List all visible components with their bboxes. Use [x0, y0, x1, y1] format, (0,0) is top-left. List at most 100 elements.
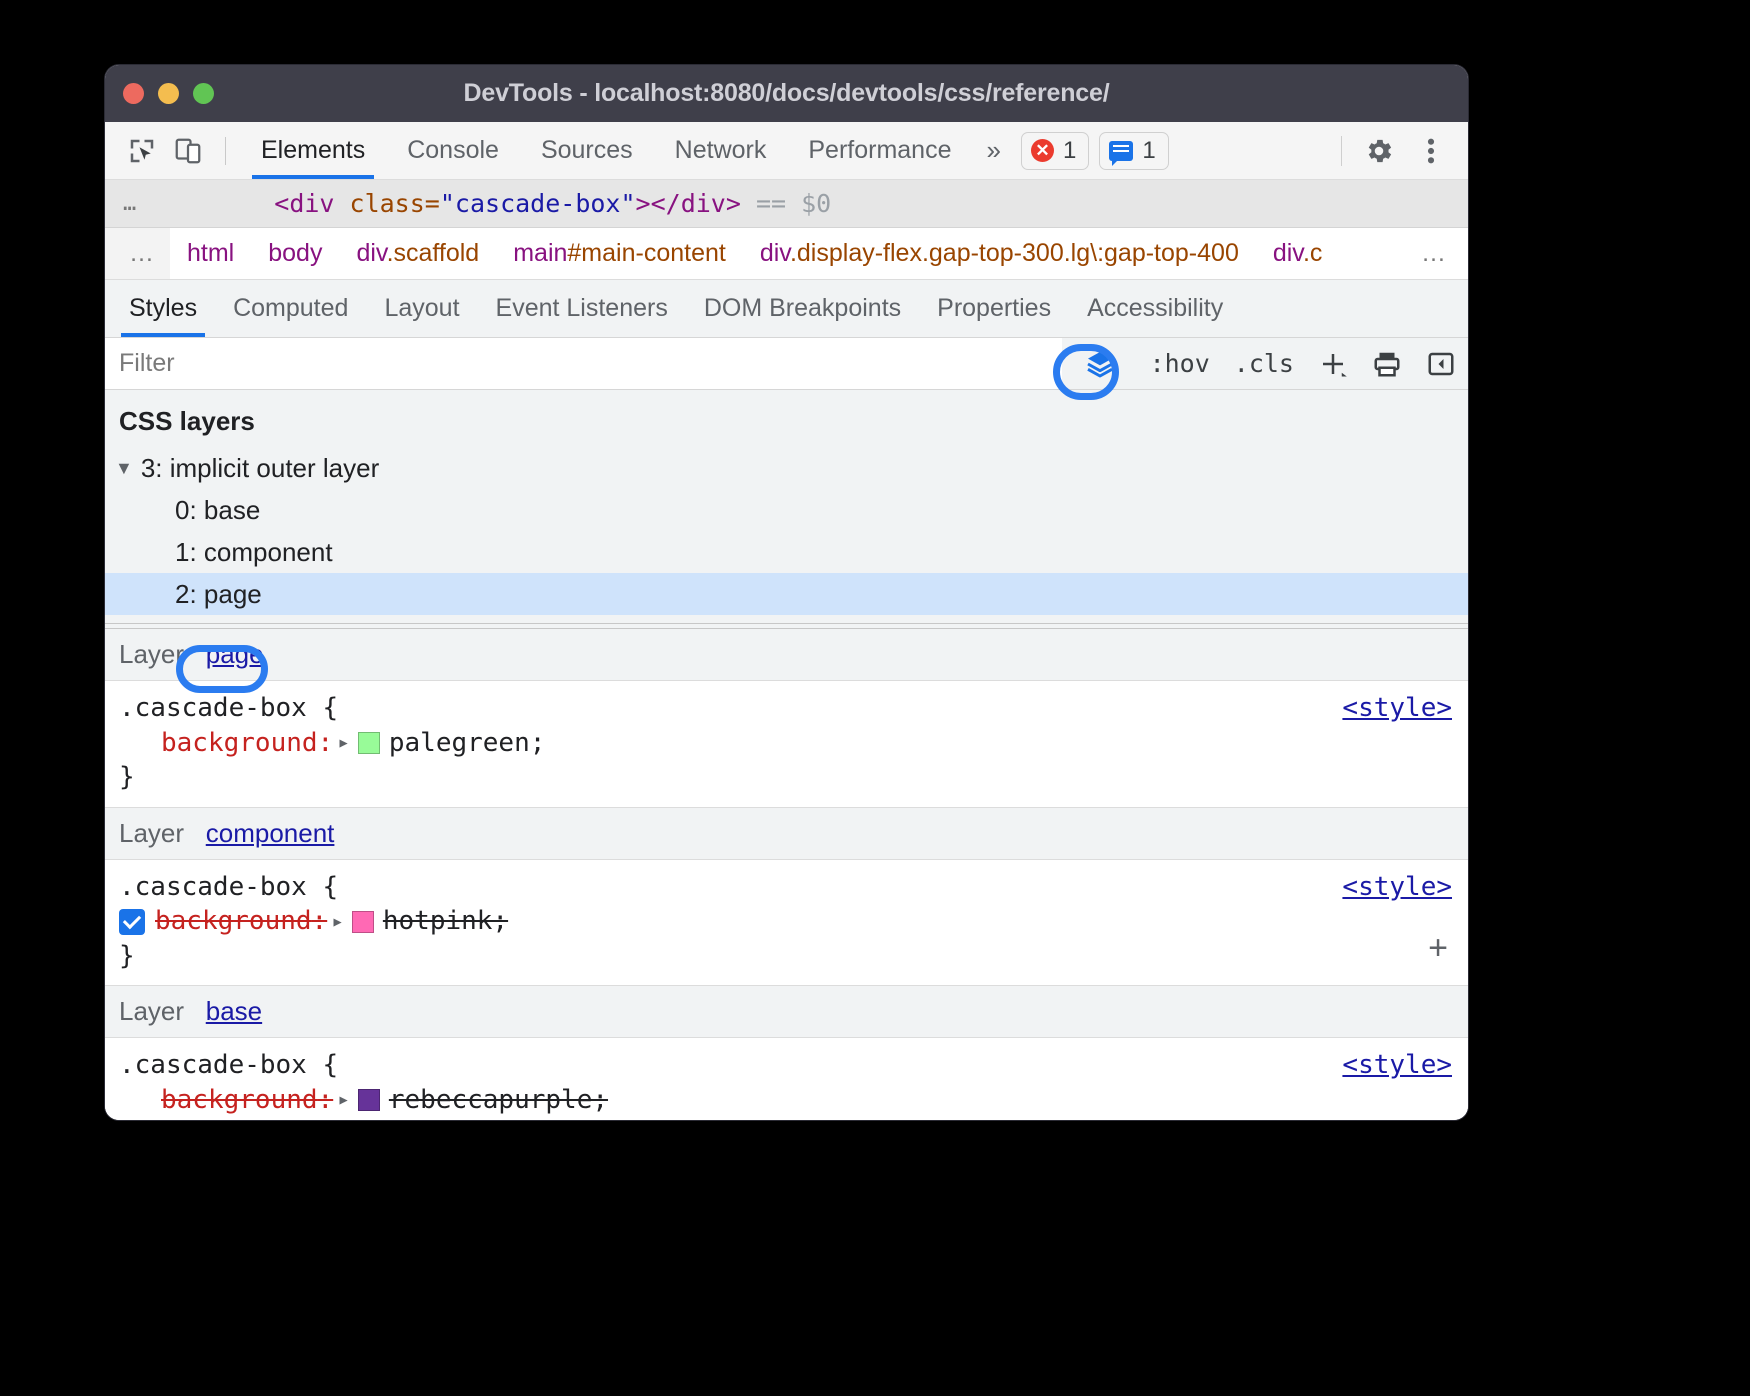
tab-dom-breakpoints[interactable]: DOM Breakpoints	[686, 280, 919, 337]
rule-origin-link[interactable]: <style>	[1342, 870, 1452, 905]
rule-selector-line[interactable]: .cascade-box {	[119, 870, 1454, 905]
dom-overflow-dots[interactable]: …	[123, 191, 138, 216]
toolbar-right	[1333, 130, 1454, 172]
dom-selected-line[interactable]: … <div class="cascade-box"></div> == $0	[105, 180, 1468, 228]
layer-base-link[interactable]: base	[206, 996, 262, 1026]
new-style-rule-button[interactable]	[1306, 338, 1360, 389]
error-badge[interactable]: ✕ 1	[1021, 132, 1089, 170]
toggle-class-button[interactable]: .cls	[1222, 338, 1306, 389]
breadcrumb-tag: body	[268, 239, 322, 267]
declaration-colon: :	[312, 904, 328, 939]
breadcrumb-tag: div	[760, 239, 790, 267]
layer-page-link[interactable]: page	[206, 639, 264, 669]
gear-icon[interactable]	[1356, 130, 1402, 172]
chevron-down-icon[interactable]: ▼	[115, 458, 133, 479]
inspect-cursor-icon[interactable]	[119, 130, 165, 172]
style-rule-page: <style> .cascade-box { background : ▸ pa…	[105, 681, 1468, 808]
declaration-property[interactable]: background	[155, 904, 312, 939]
dom-close-tag: </div>	[651, 189, 741, 218]
layer-tree-row-page[interactable]: 2: page	[105, 573, 1468, 615]
breadcrumb-item-body[interactable]: body	[251, 239, 339, 268]
declaration-colon: :	[318, 1083, 334, 1118]
expand-arrow-icon[interactable]: ▸	[337, 1086, 350, 1114]
tab-accessibility[interactable]: Accessibility	[1069, 280, 1241, 337]
tab-properties[interactable]: Properties	[919, 280, 1069, 337]
tab-elements[interactable]: Elements	[240, 122, 386, 179]
toggle-hover-state-button[interactable]: :hov	[1138, 338, 1222, 389]
rule-selector: .cascade-box {	[119, 691, 338, 726]
panel-tabs: Elements Console Sources Network Perform…	[240, 122, 972, 179]
tab-sources-label: Sources	[541, 136, 633, 165]
breadcrumb-overflow-right[interactable]: …	[1401, 239, 1468, 268]
declaration-checkbox[interactable]	[119, 909, 145, 935]
declaration-background[interactable]: background : ▸ hotpink;	[119, 904, 1454, 939]
tab-elements-label: Elements	[261, 136, 365, 165]
issue-badges: ✕ 1 1	[1021, 132, 1169, 170]
declaration-value[interactable]: rebeccapurple;	[389, 1083, 608, 1118]
breadcrumb-item-html[interactable]: html	[170, 239, 251, 268]
tab-network[interactable]: Network	[654, 122, 788, 179]
declaration-background[interactable]: background : ▸ palegreen;	[119, 726, 1454, 761]
tab-computed[interactable]: Computed	[215, 280, 366, 337]
styles-pane: CSS layers ▼ 3: implicit outer layer 0: …	[105, 390, 1468, 1120]
breadcrumb-item-div-display-flex[interactable]: div.display-flex.gap-top-300.lg\:gap-top…	[743, 239, 1256, 268]
layer-tree-row-component[interactable]: 1: component	[105, 531, 1468, 573]
layer-tree-row-base[interactable]: 0: base	[105, 489, 1468, 531]
color-swatch[interactable]	[352, 911, 374, 933]
layer-tree-label: 1: component	[175, 537, 333, 568]
breadcrumb-overflow-left[interactable]: …	[105, 228, 170, 279]
dom-code: <div class="cascade-box"></div> == $0	[274, 189, 831, 218]
css-layers-heading: CSS layers	[105, 390, 1468, 447]
kebab-menu-icon[interactable]	[1408, 130, 1454, 172]
tab-layout[interactable]: Layout	[366, 280, 477, 337]
breadcrumb-item-div-scaffold[interactable]: div.scaffold	[339, 239, 496, 268]
layer-tree-label: 3: implicit outer layer	[141, 453, 379, 484]
css-layers-toggle-button[interactable]	[1062, 338, 1138, 389]
tab-event-listeners[interactable]: Event Listeners	[478, 280, 686, 337]
rule-origin-link[interactable]: <style>	[1342, 1048, 1452, 1083]
dom-selected-marker: == $0	[756, 189, 831, 218]
declaration-property[interactable]: background	[161, 726, 318, 761]
breadcrumb-item-main-content[interactable]: main#main-content	[496, 239, 743, 268]
device-toolbar-icon[interactable]	[165, 130, 211, 172]
breadcrumb: … html body div.scaffold main#main-conte…	[105, 228, 1468, 280]
declaration-value[interactable]: hotpink;	[383, 904, 508, 939]
tab-properties-label: Properties	[937, 294, 1051, 323]
layer-tree-label: 0: base	[175, 495, 260, 526]
toggle-computed-sidebar-button[interactable]	[1414, 338, 1468, 389]
layer-header-base: Layer base	[105, 986, 1468, 1038]
toolbar-divider	[225, 137, 226, 165]
rule-selector-line[interactable]: .cascade-box {	[119, 691, 1454, 726]
breadcrumb-tag: html	[187, 239, 234, 267]
layer-component-link[interactable]: component	[206, 818, 335, 848]
layer-header-page: Layer page	[105, 629, 1468, 681]
layer-header-component: Layer component	[105, 808, 1468, 860]
rule-origin-link[interactable]: <style>	[1342, 691, 1452, 726]
declaration-background[interactable]: background : ▸ rebeccapurple;	[119, 1083, 1454, 1118]
dom-close-bracket: >	[636, 189, 651, 218]
tab-sources[interactable]: Sources	[520, 122, 654, 179]
declaration-value[interactable]: palegreen;	[389, 726, 546, 761]
breadcrumb-item-div-cascade[interactable]: div.c	[1256, 239, 1340, 268]
expand-arrow-icon[interactable]: ▸	[331, 908, 344, 936]
warning-badge[interactable]: 1	[1099, 132, 1168, 170]
devtools-window: DevTools - localhost:8080/docs/devtools/…	[105, 65, 1468, 1120]
tab-console[interactable]: Console	[386, 122, 520, 179]
filter-input[interactable]	[105, 338, 1062, 389]
tab-network-label: Network	[675, 136, 767, 165]
declaration-property[interactable]: background	[161, 1083, 318, 1118]
tab-performance[interactable]: Performance	[787, 122, 972, 179]
tab-event-listeners-label: Event Listeners	[496, 294, 668, 323]
layer-tree-row-implicit-outer[interactable]: ▼ 3: implicit outer layer	[105, 447, 1468, 489]
css-layers-tree: ▼ 3: implicit outer layer 0: base 1: com…	[105, 447, 1468, 623]
add-declaration-button[interactable]: +	[1428, 926, 1448, 971]
error-count: 1	[1063, 137, 1076, 165]
more-tabs-icon[interactable]: »	[972, 135, 1014, 166]
print-media-button[interactable]	[1360, 338, 1414, 389]
color-swatch[interactable]	[358, 1089, 380, 1111]
color-swatch[interactable]	[358, 732, 380, 754]
rule-selector-line[interactable]: .cascade-box {	[119, 1048, 1454, 1083]
expand-arrow-icon[interactable]: ▸	[337, 729, 350, 757]
tab-styles[interactable]: Styles	[111, 280, 215, 337]
styles-filter-toolbar: :hov .cls	[105, 338, 1468, 390]
